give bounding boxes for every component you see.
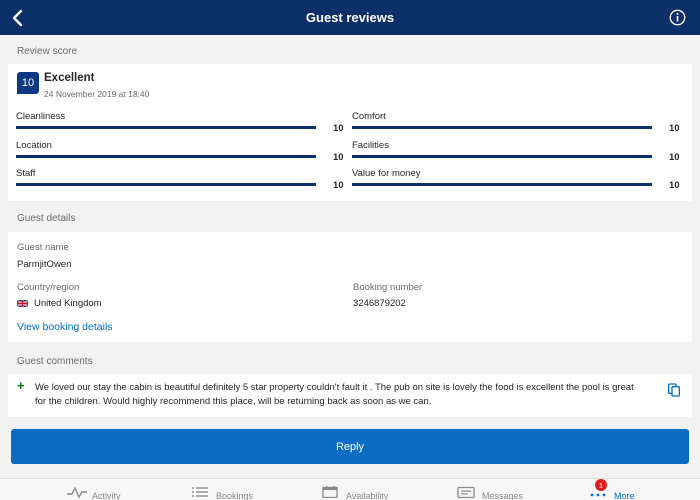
review-score-section-label: Review score (17, 46, 78, 57)
category-cleanliness: Cleanliness 10 (16, 111, 346, 137)
bookings-icon (192, 487, 208, 497)
category-staff: Staff 10 (16, 168, 346, 194)
rating-word: Excellent (44, 72, 95, 84)
category-bar (352, 155, 652, 158)
category-value-for-money: Value for money 10 (352, 168, 682, 194)
tab-label: More (614, 491, 635, 500)
category-value: 10 (333, 152, 344, 163)
country-label: Country/region (17, 282, 80, 293)
category-value: 10 (669, 123, 680, 134)
category-bar-fill (16, 126, 316, 129)
info-icon[interactable] (669, 9, 686, 26)
back-chevron-icon[interactable] (6, 6, 30, 30)
guest-comments-card: + We loved our stay the cabin is beautif… (8, 374, 692, 417)
review-date: 24 November 2019 at 18:40 (44, 89, 150, 99)
tab-more[interactable]: More 1 (588, 479, 635, 500)
review-score-card: 10 Excellent 24 November 2019 at 18:40 C… (8, 64, 692, 201)
category-name: Cleanliness (16, 111, 66, 122)
category-value: 10 (333, 180, 344, 191)
guest-details-section-label: Guest details (17, 213, 76, 224)
category-facilities: Facilities 10 (352, 140, 682, 166)
tab-label: Messages (482, 491, 524, 500)
view-booking-details-link[interactable]: View booking details (17, 321, 113, 333)
activity-icon (67, 486, 87, 498)
category-name: Comfort (352, 111, 386, 122)
category-bar (16, 126, 316, 129)
tab-label: Activity (92, 491, 121, 500)
tab-bookings[interactable]: Bookings (190, 485, 253, 500)
tab-label: Availability (346, 491, 389, 500)
top-nav-bar: Guest reviews (0, 0, 700, 35)
category-bar (16, 183, 316, 186)
category-name: Value for money (352, 168, 421, 179)
page-title: Guest reviews (305, 10, 395, 25)
category-bar-fill (16, 183, 316, 186)
copy-icon[interactable] (666, 382, 682, 398)
country-value: United Kingdom (17, 298, 102, 309)
category-value: 10 (333, 123, 344, 134)
category-name: Staff (16, 168, 36, 179)
positive-plus-icon: + (17, 378, 25, 393)
guest-details-card: Guest name ParmjitOwen Country/region Un… (8, 232, 692, 342)
category-bar (352, 126, 652, 129)
category-bar-fill (16, 155, 316, 158)
category-name: Location (16, 140, 52, 151)
tab-availability[interactable]: Availability (320, 485, 388, 500)
tab-activity[interactable]: Activity (66, 485, 121, 500)
reply-button[interactable]: Reply (11, 429, 689, 464)
calendar-icon (322, 486, 338, 498)
category-location: Location 10 (16, 140, 346, 166)
category-value: 10 (669, 152, 680, 163)
category-name: Facilities (352, 140, 389, 151)
category-value: 10 (669, 180, 680, 191)
category-bar-fill (352, 126, 652, 129)
booking-number-value: 3246879202 (353, 298, 406, 309)
category-bar (352, 183, 652, 186)
category-bar (16, 155, 316, 158)
bottom-tab-bar: Activity Bookings Availability Messages … (0, 478, 700, 500)
tab-messages[interactable]: Messages (456, 485, 523, 500)
guest-comments-section-label: Guest comments (17, 356, 93, 367)
category-bar-fill (352, 183, 652, 186)
category-comfort: Comfort 10 (352, 111, 682, 137)
notification-badge: 1 (595, 479, 607, 491)
guest-name-value: ParmjitOwen (17, 259, 72, 270)
guest-name-label: Guest name (17, 242, 69, 253)
country-name: United Kingdom (34, 298, 102, 309)
booking-number-label: Booking number (353, 282, 423, 293)
category-bar-fill (352, 155, 652, 158)
messages-icon (457, 486, 475, 498)
uk-flag-icon (17, 300, 28, 307)
tab-label: Bookings (216, 491, 254, 500)
score-badge: 10 (17, 72, 39, 94)
comment-text: We loved our stay the cabin is beautiful… (35, 382, 634, 407)
